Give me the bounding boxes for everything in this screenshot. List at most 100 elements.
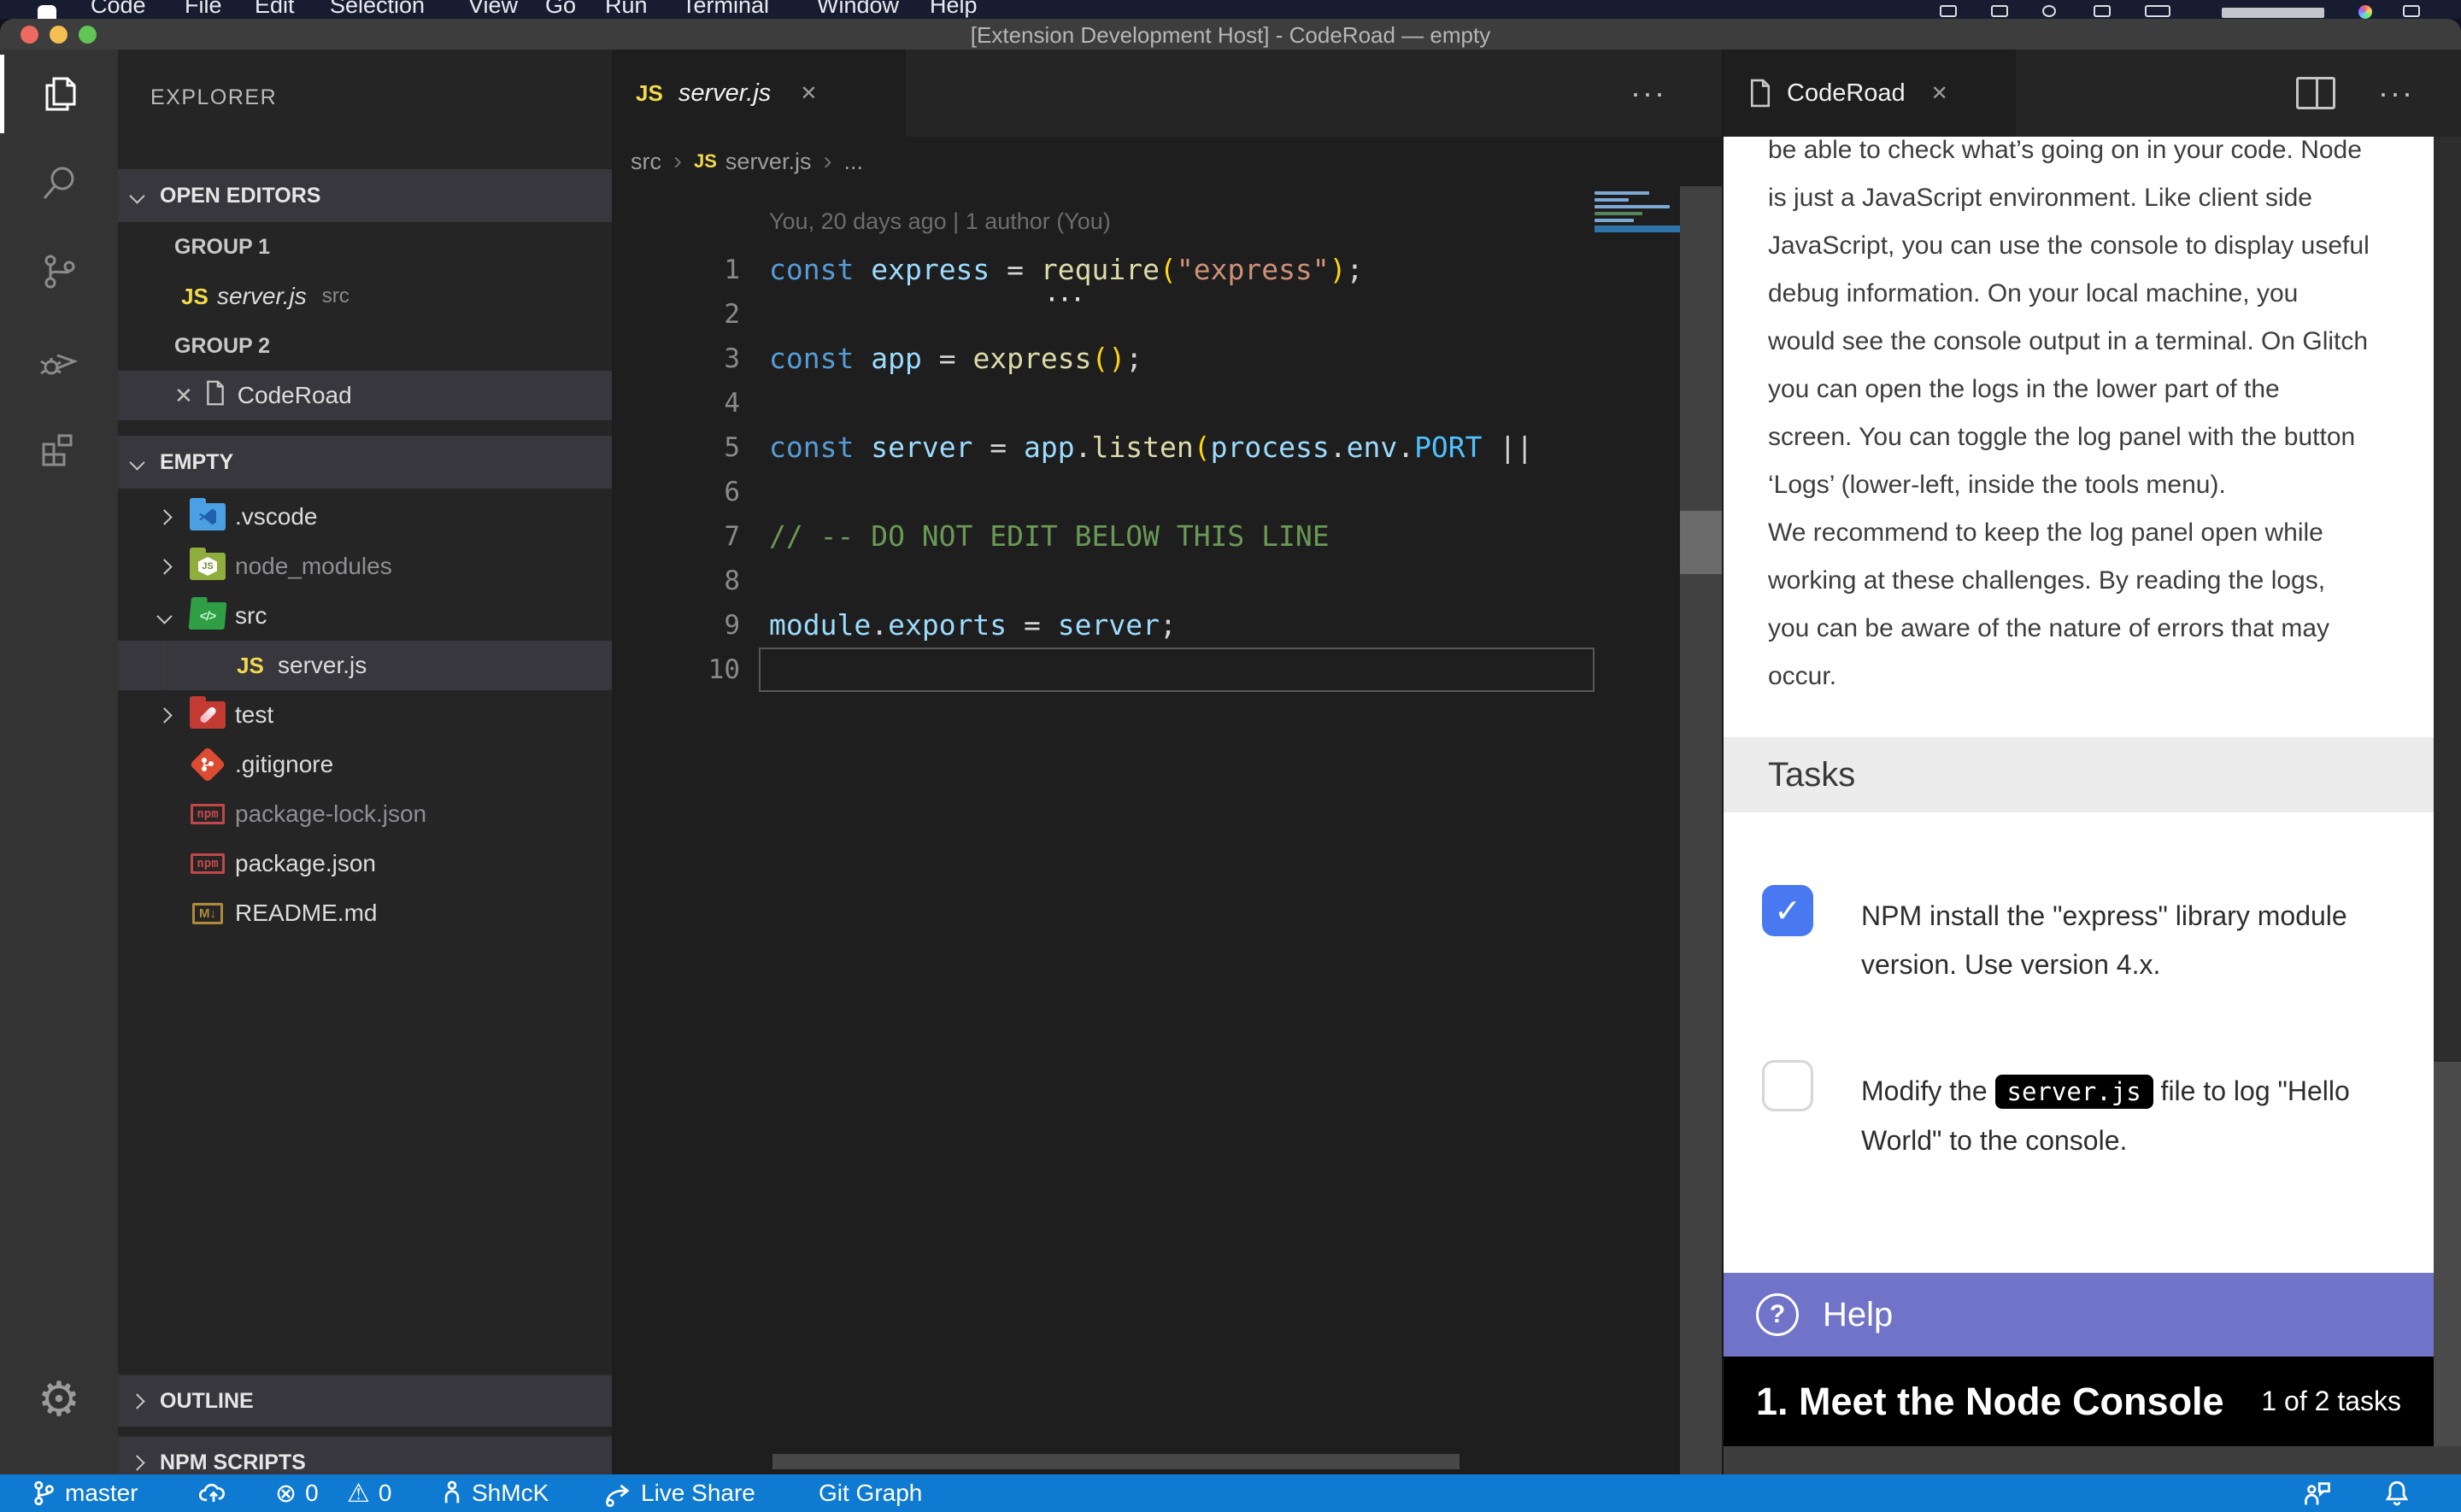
menu-run[interactable]: Run (605, 0, 648, 19)
breadcrumb[interactable]: src›JSserver.js›... (612, 137, 1722, 186)
section-header-npm-scripts[interactable]: NPM SCRIPTS (118, 1435, 612, 1474)
code-chip: server.js (1995, 1075, 2153, 1109)
status-icon (2042, 5, 2056, 17)
activity-search[interactable] (0, 138, 118, 227)
task-item[interactable]: Modify the server.js file to log "Hello … (1762, 1060, 2350, 1165)
file-icon-slot (193, 380, 238, 412)
apple-menu-icon[interactable] (38, 5, 56, 19)
menu-window[interactable]: Window (817, 0, 899, 19)
help-section[interactable]: ? Help (1724, 1273, 2435, 1357)
open-editor-item[interactable]: JSserver.jssrc (118, 272, 612, 321)
statusbar-label: master (65, 1480, 138, 1507)
minimap-slider[interactable] (1595, 226, 1680, 232)
activity-source-control[interactable] (0, 227, 118, 316)
feedback-icon (2302, 1480, 2333, 1507)
statusbar-master[interactable]: master (31, 1474, 138, 1512)
statusbar-shmck[interactable]: ShMcK (441, 1474, 549, 1512)
folder-section-header[interactable]: EMPTY (118, 436, 612, 489)
tree-item-label: node_modules (235, 553, 392, 580)
breadcrumb-item[interactable]: ... (843, 149, 863, 175)
menu-selection[interactable]: Selection (330, 0, 425, 19)
tree-item-src[interactable]: </>src (118, 591, 612, 641)
status-bar: master ⊗0 ⚠0 ShMcK Live Share Git Graph (0, 1474, 2461, 1512)
breadcrumb-item[interactable]: server.js (725, 149, 812, 175)
statusbar-cloud-upload[interactable] (198, 1474, 229, 1512)
step-title: 1. Meet the Node Console (1756, 1380, 2224, 1424)
activity-run-debug[interactable] (0, 316, 118, 405)
open-editor-item[interactable]: ✕CodeRoad (118, 371, 612, 420)
statusbar-git-graph[interactable]: Git Graph (819, 1474, 922, 1512)
group-label: GROUP 1 (118, 235, 270, 260)
statusbar-feedback-icon[interactable] (2302, 1474, 2333, 1512)
clock-area (2222, 8, 2324, 18)
code-line[interactable]: 6 (612, 470, 1680, 514)
code-line[interactable]: 8 (612, 559, 1680, 603)
activity-explorer[interactable] (0, 50, 118, 138)
code-line[interactable]: 2 (612, 292, 1680, 337)
close-tab-icon[interactable]: ✕ (800, 81, 817, 106)
minimap[interactable] (1595, 191, 1680, 232)
code-line[interactable]: 9module.exports = server; (612, 603, 1680, 648)
statusbar-0[interactable]: ⊗0 (275, 1474, 319, 1512)
tree-item-package-lockjson[interactable]: npmpackage-lock.json (118, 789, 612, 839)
code-editor[interactable]: You, 20 days ago | 1 author (You) 1const… (612, 186, 1680, 1442)
close-tab-icon[interactable]: ✕ (1931, 81, 1948, 106)
breadcrumb-item[interactable]: src (631, 149, 661, 175)
tree-item-test[interactable]: test (118, 690, 612, 740)
menu-code[interactable]: Code (91, 0, 146, 19)
tree-item-READMEmd[interactable]: M↓README.md (118, 888, 612, 938)
statusbar-0[interactable]: ⚠0 (347, 1474, 391, 1512)
activity-extensions[interactable] (0, 405, 118, 494)
question-circle-icon: ? (1756, 1293, 1799, 1336)
code-line[interactable]: 1const express = require("express"); (612, 248, 1680, 292)
horizontal-scrollbar[interactable] (772, 1454, 1460, 1469)
tab-coderoad[interactable]: CodeRoad ✕ (1724, 50, 2016, 137)
split-editor-icon[interactable] (2296, 77, 2335, 109)
panel-scrollbar[interactable] (1680, 186, 1722, 1474)
task-checkbox[interactable]: ✓ (1762, 885, 1813, 936)
more-actions-icon[interactable]: ··· (2378, 50, 2414, 137)
code-line[interactable]: 7// -- DO NOT EDIT BELOW THIS LINE (612, 514, 1680, 559)
tree-item-serverjs[interactable]: JSserver.js (118, 641, 612, 690)
tab-server-js[interactable]: JS server.js ✕ (612, 50, 906, 137)
more-actions-icon[interactable]: ··· (1630, 50, 1666, 137)
statusbar-bell-icon[interactable] (2384, 1474, 2410, 1512)
statusbar-live-share[interactable]: Live Share (603, 1474, 755, 1512)
menu-view[interactable]: View (468, 0, 518, 19)
code-line[interactable]: 4 (612, 381, 1680, 425)
siri-icon[interactable] (2358, 5, 2372, 19)
settings-gear-icon[interactable]: ⚙ (0, 1375, 118, 1423)
control-center-icon[interactable] (2403, 5, 2420, 17)
tree-item-node_modules[interactable]: JSnode_modules (118, 542, 612, 591)
close-editor-icon[interactable]: ✕ (174, 383, 193, 409)
webview-scrollbar-thumb[interactable] (2434, 1062, 2461, 1446)
tree-item-vscode[interactable]: .vscode (118, 492, 612, 542)
tree-item-packagejson[interactable]: npmpackage.json (118, 839, 612, 888)
tree-item-label: src (235, 602, 267, 630)
title-bar[interactable]: [Extension Development Host] - CodeRoad … (0, 19, 2461, 50)
menu-terminal[interactable]: Terminal (682, 0, 769, 19)
battery-icon (2145, 5, 2170, 17)
live-share-icon (603, 1480, 632, 1507)
status-icon (2094, 5, 2111, 17)
tree-item-label: package-lock.json (235, 800, 426, 828)
breadcrumb-separator: › (823, 147, 831, 176)
scrollbar-thumb[interactable] (1680, 511, 1722, 574)
open-editors-section-header[interactable]: OPEN EDITORS (118, 169, 612, 222)
tab-label: CodeRoad (1787, 79, 1906, 108)
tree-item-gitignore[interactable]: .gitignore (118, 740, 612, 789)
code-line[interactable]: 5const server = app.listen(process.env.P… (612, 425, 1680, 470)
code-line[interactable]: 3const app = express(); (612, 337, 1680, 381)
section-header-outline[interactable]: OUTLINE (118, 1374, 612, 1427)
menu-file[interactable]: File (185, 0, 222, 19)
minimap-line (1595, 219, 1634, 222)
menu-help[interactable]: Help (930, 0, 978, 19)
menu-go[interactable]: Go (545, 0, 576, 19)
task-item[interactable]: ✓NPM install the "express" library modul… (1762, 885, 2347, 989)
menu-edit[interactable]: Edit (255, 0, 295, 19)
task-checkbox[interactable] (1762, 1060, 1813, 1111)
step-header[interactable]: 1. Meet the Node Console 1 of 2 tasks (1724, 1357, 2435, 1446)
section-label: OUTLINE (160, 1389, 254, 1414)
webview-scrollbar-track[interactable] (2434, 137, 2461, 1062)
code-line[interactable]: 10 (612, 648, 1680, 692)
